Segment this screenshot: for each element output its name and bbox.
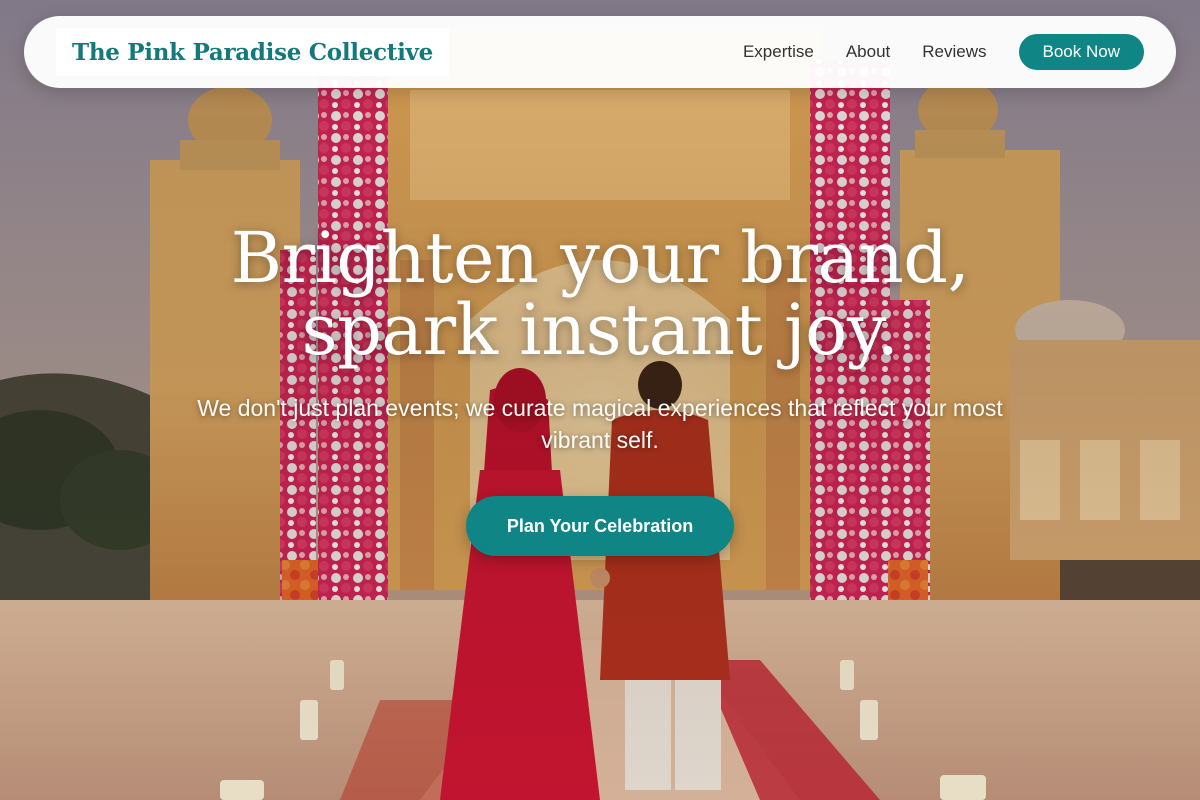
brand-logo[interactable]: The Pink Paradise Collective [56,28,449,76]
nav-link-reviews[interactable]: Reviews [922,42,986,62]
hero-subtitle: We don't just plan events; we curate mag… [197,395,1003,453]
top-navbar: The Pink Paradise Collective Expertise A… [24,16,1176,88]
book-now-button[interactable]: Book Now [1018,34,1144,70]
nav-links: Expertise About Reviews Book Now [743,34,1144,70]
plan-celebration-button[interactable]: Plan Your Celebration [466,496,734,556]
hero-title-line-1: Brighten your brand, [230,217,970,299]
hero-title-line-2: spark instant joy. [301,289,899,371]
nav-link-about[interactable]: About [846,42,890,62]
hero-title: Brighten your brand, spark instant joy. [220,222,980,366]
hero-section: Brighten your brand, spark instant joy. … [0,222,1200,456]
nav-link-expertise[interactable]: Expertise [743,42,814,62]
